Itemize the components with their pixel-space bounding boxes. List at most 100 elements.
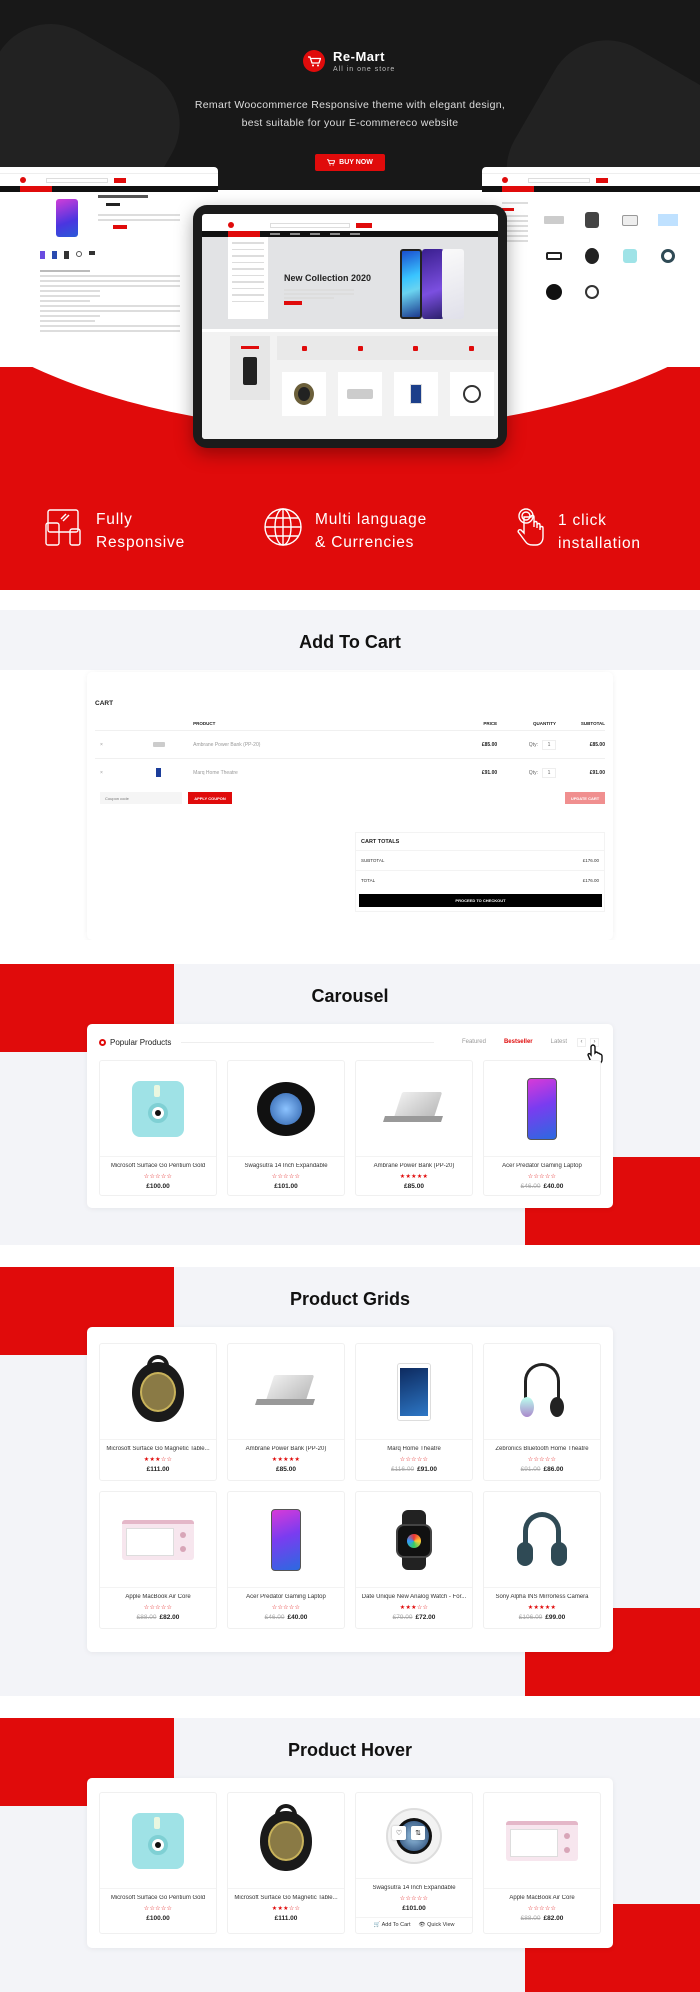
feature-line: Fully: [96, 510, 133, 528]
buy-now-button[interactable]: BUY NOW: [315, 154, 385, 171]
product-image[interactable]: ♡ ⇅: [356, 1793, 472, 1879]
coupon-code-input[interactable]: [100, 792, 182, 804]
product-name-link[interactable]: Marq Home Theatre: [193, 770, 399, 776]
rating-stars: ☆☆☆☆☆: [271, 1605, 301, 1611]
total-label: TOTAL: [361, 878, 376, 883]
product-image[interactable]: [100, 1344, 216, 1440]
current-price: £101.00: [274, 1183, 298, 1190]
product-image[interactable]: [356, 1061, 472, 1157]
product-name[interactable]: Acer Predator Gaming Laptop: [228, 1594, 344, 1600]
product-image[interactable]: [356, 1492, 472, 1588]
product-card[interactable]: Zebronics Bluetooth Home Theatre ☆☆☆☆☆ £91…: [483, 1343, 601, 1481]
product-card[interactable]: Swagsutra 14 Inch Expandable ☆☆☆☆☆ £101.00: [227, 1060, 345, 1196]
section-dot-icon: [99, 1038, 106, 1046]
product-name[interactable]: Ambrane Power Bank (PP-20): [228, 1446, 344, 1452]
product-name[interactable]: Microsoft Surface Go Magnetic Table...: [100, 1446, 216, 1452]
rating-stars: ☆☆☆☆☆: [399, 1457, 429, 1463]
product-image[interactable]: [484, 1793, 600, 1889]
product-price: £100.00: [100, 1915, 216, 1922]
current-price: £111.00: [146, 1466, 170, 1473]
cart-row: × Ambrane Power Bank (PP-20) £85.00 Qty:…: [95, 730, 605, 758]
product-card[interactable]: Acer Predator Gaming Laptop ☆☆☆☆☆ £46.00 £4…: [483, 1060, 601, 1196]
quick-view-link[interactable]: 👁 Quick View: [419, 1922, 455, 1928]
feature-line: & Currencies: [315, 533, 415, 551]
rating-stars: ☆☆☆☆☆: [143, 1174, 173, 1180]
current-price: £82.00: [543, 1915, 564, 1922]
tablet-screen: New Collection 2020: [202, 214, 498, 439]
total-value: £176.00: [582, 878, 599, 883]
quantity-input[interactable]: 1: [541, 739, 556, 750]
product-card[interactable]: Microsoft Surface Go Pentium Gold ☆☆☆☆☆ £1…: [99, 1792, 217, 1934]
product-image[interactable]: [228, 1793, 344, 1889]
cart-row: × Marq Home Theatre £91.00 Qty: 1 £91.00: [95, 758, 605, 786]
quantity-input[interactable]: 1: [541, 767, 556, 778]
update-cart-button[interactable]: UPDATE CART: [565, 792, 605, 804]
rating-stars: ☆☆☆☆☆: [143, 1906, 173, 1912]
add-to-cart-link[interactable]: 🛒 Add To Cart: [374, 1922, 411, 1928]
brand-logo[interactable]: Re-Mart All in one store: [303, 49, 395, 73]
remove-item-button[interactable]: ×: [95, 742, 125, 748]
current-price: £40.00: [287, 1614, 308, 1621]
rating-stars: ★★★★★: [399, 1174, 429, 1180]
product-name[interactable]: Date Unique New Analog Watch - For...: [356, 1594, 472, 1600]
quick-view-label: Quick View: [427, 1921, 455, 1928]
wishlist-heart-icon[interactable]: ♡: [392, 1826, 406, 1840]
product-name[interactable]: Microsoft Surface Go Pentium Gold: [100, 1163, 216, 1169]
row-subtotal: £85.00: [589, 741, 605, 748]
tablet-banner-title: New Collection 2020: [284, 273, 372, 283]
product-card[interactable]: ♡ ⇅ Swagsutra 14 Inch Expandable ☆☆☆☆☆ £101.…: [355, 1792, 473, 1934]
product-name[interactable]: Acer Predator Gaming Laptop: [484, 1163, 600, 1169]
product-image[interactable]: [228, 1492, 344, 1588]
product-price: £91.00 £86.00: [484, 1466, 600, 1473]
tab-bestseller[interactable]: Bestseller: [504, 1039, 533, 1045]
shop-page-preview: [482, 167, 700, 367]
rating-stars: ★★★★★: [527, 1605, 557, 1611]
product-card[interactable]: Microsoft Surface Go Pentium Gold ☆☆☆☆☆ £1…: [99, 1060, 217, 1196]
feature-line: 1 click: [558, 511, 607, 529]
product-card[interactable]: Apple MacBook Air Core ☆☆☆☆☆ £88.00 £82.00: [99, 1491, 217, 1629]
product-name[interactable]: Marq Home Theatre: [356, 1446, 472, 1452]
product-card[interactable]: Apple MacBook Air Core ☆☆☆☆☆ £88.00 £82.00: [483, 1792, 601, 1934]
product-image[interactable]: [484, 1061, 600, 1157]
compare-icon[interactable]: ⇅: [411, 1826, 425, 1840]
product-image[interactable]: [100, 1492, 216, 1588]
product-card[interactable]: Ambrane Power Bank (PP-20) ★★★★★ £85.00: [355, 1060, 473, 1196]
current-price: £72.00: [415, 1614, 436, 1621]
product-name[interactable]: Microsoft Surface Go Pentium Gold: [100, 1895, 216, 1901]
old-price: £46.00: [520, 1183, 541, 1190]
product-card[interactable]: Acer Predator Gaming Laptop ☆☆☆☆☆ £46.00 £4…: [227, 1491, 345, 1629]
brand-tagline: All in one store: [333, 66, 396, 73]
product-image[interactable]: [356, 1344, 472, 1440]
remove-item-button[interactable]: ×: [95, 770, 125, 776]
product-name[interactable]: Swagsutra 14 Inch Expandable: [356, 1885, 472, 1891]
carousel-prev-button[interactable]: ‹: [577, 1037, 586, 1047]
current-price: £86.00: [543, 1466, 564, 1473]
product-card[interactable]: Sony Alpha INS Mirrorless Camera ★★★★★ £10…: [483, 1491, 601, 1629]
product-name[interactable]: Zebronics Bluetooth Home Theatre: [484, 1446, 600, 1452]
product-image[interactable]: [228, 1061, 344, 1157]
product-card[interactable]: Microsoft Surface Go Magnetic Table... ★★…: [99, 1343, 217, 1481]
tab-latest[interactable]: Latest: [551, 1039, 567, 1045]
tab-featured[interactable]: Featured: [462, 1039, 486, 1045]
product-image[interactable]: [484, 1492, 600, 1588]
product-image[interactable]: [100, 1061, 216, 1157]
product-name-link[interactable]: Ambrane Power Bank (PP-20): [193, 742, 399, 748]
product-image[interactable]: [484, 1344, 600, 1440]
hero-description-line: best suitable for your E-commereco websi…: [241, 117, 459, 129]
product-name[interactable]: Apple MacBook Air Core: [484, 1895, 600, 1901]
product-image[interactable]: [228, 1344, 344, 1440]
product-name[interactable]: Swagsutra 14 Inch Expandable: [228, 1163, 344, 1169]
feature-line: installation: [558, 534, 641, 552]
product-name[interactable]: Microsoft Surface Go Magnetic Table...: [228, 1895, 344, 1901]
carousel-card: Popular Products Featured Bestseller Lat…: [87, 1024, 613, 1208]
product-card[interactable]: Date Unique New Analog Watch - For... ★★★…: [355, 1491, 473, 1629]
proceed-to-checkout-button[interactable]: PROCEED TO CHECKOUT: [359, 894, 602, 907]
product-name[interactable]: Ambrane Power Bank (PP-20): [356, 1163, 472, 1169]
product-name[interactable]: Sony Alpha INS Mirrorless Camera: [484, 1594, 600, 1600]
product-name[interactable]: Apple MacBook Air Core: [100, 1594, 216, 1600]
product-card[interactable]: Ambrane Power Bank (PP-20) ★★★★★ £85.00: [227, 1343, 345, 1481]
product-card[interactable]: Microsoft Surface Go Magnetic Table... ★★…: [227, 1792, 345, 1934]
product-card[interactable]: Marq Home Theatre ☆☆☆☆☆ £116.00 £91.00: [355, 1343, 473, 1481]
apply-coupon-button[interactable]: APPLY COUPON: [188, 792, 232, 804]
product-image[interactable]: [100, 1793, 216, 1889]
